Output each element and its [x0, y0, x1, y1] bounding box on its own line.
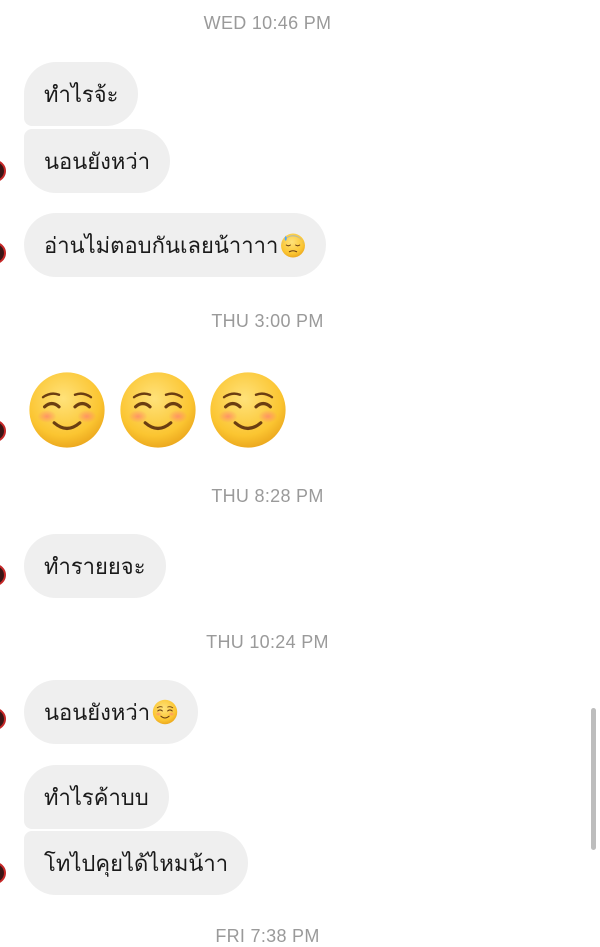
timestamp: FRI 7:38 PM	[215, 926, 320, 946]
message-text: ทำไรค้าบบ	[44, 785, 149, 811]
message-text: ทำไรจ้ะ	[44, 82, 119, 108]
sender-avatar[interactable]	[0, 862, 6, 884]
message-bubble[interactable]: นอนยังหว่า	[24, 680, 199, 744]
message-bubble[interactable]: อ่านไม่ตอบกันเลยน้าาาา	[24, 213, 327, 277]
timestamp: THU 10:24 PM	[206, 632, 329, 652]
sender-avatar[interactable]	[0, 564, 6, 586]
smiling-face-icon[interactable]	[118, 370, 198, 450]
sender-avatar[interactable]	[0, 420, 6, 442]
message-bubble[interactable]: ทำไรจ้ะ	[24, 62, 139, 126]
sender-avatar[interactable]	[0, 160, 6, 182]
message-text: นอนยังหว่า	[44, 149, 151, 175]
smiling-face-icon[interactable]	[27, 370, 107, 450]
message-text: อ่านไม่ตอบกันเลยน้าาาา	[44, 233, 279, 259]
message-bubble[interactable]: นอนยังหว่า	[24, 129, 171, 193]
timestamp: THU 3:00 PM	[211, 311, 324, 331]
message-text: นอนยังหว่า	[44, 700, 151, 726]
smiling-face-icon[interactable]	[208, 370, 288, 450]
message-bubble[interactable]: ทำไรค้าบบ	[24, 765, 169, 829]
timestamp: THU 8:28 PM	[211, 486, 324, 506]
message-text: ทำรายยจะ	[44, 554, 146, 580]
sender-avatar[interactable]	[0, 708, 6, 730]
sender-avatar[interactable]	[0, 242, 6, 264]
downcast-face-with-sweat-icon	[280, 232, 306, 258]
message-text: โทไปคุยได้ไหมน้าา	[44, 851, 229, 877]
message-bubble[interactable]: โทไปคุยได้ไหมน้าา	[24, 831, 249, 895]
scrollbar[interactable]	[591, 708, 596, 850]
timestamp: WED 10:46 PM	[203, 13, 332, 33]
message-bubble[interactable]: ทำรายยจะ	[24, 534, 166, 598]
smiling-face-icon	[152, 699, 178, 725]
chat-thread[interactable]: WED 10:46 PM ทำไรจ้ะ นอนยังหว่า อ่านไม่ต…	[0, 0, 600, 946]
